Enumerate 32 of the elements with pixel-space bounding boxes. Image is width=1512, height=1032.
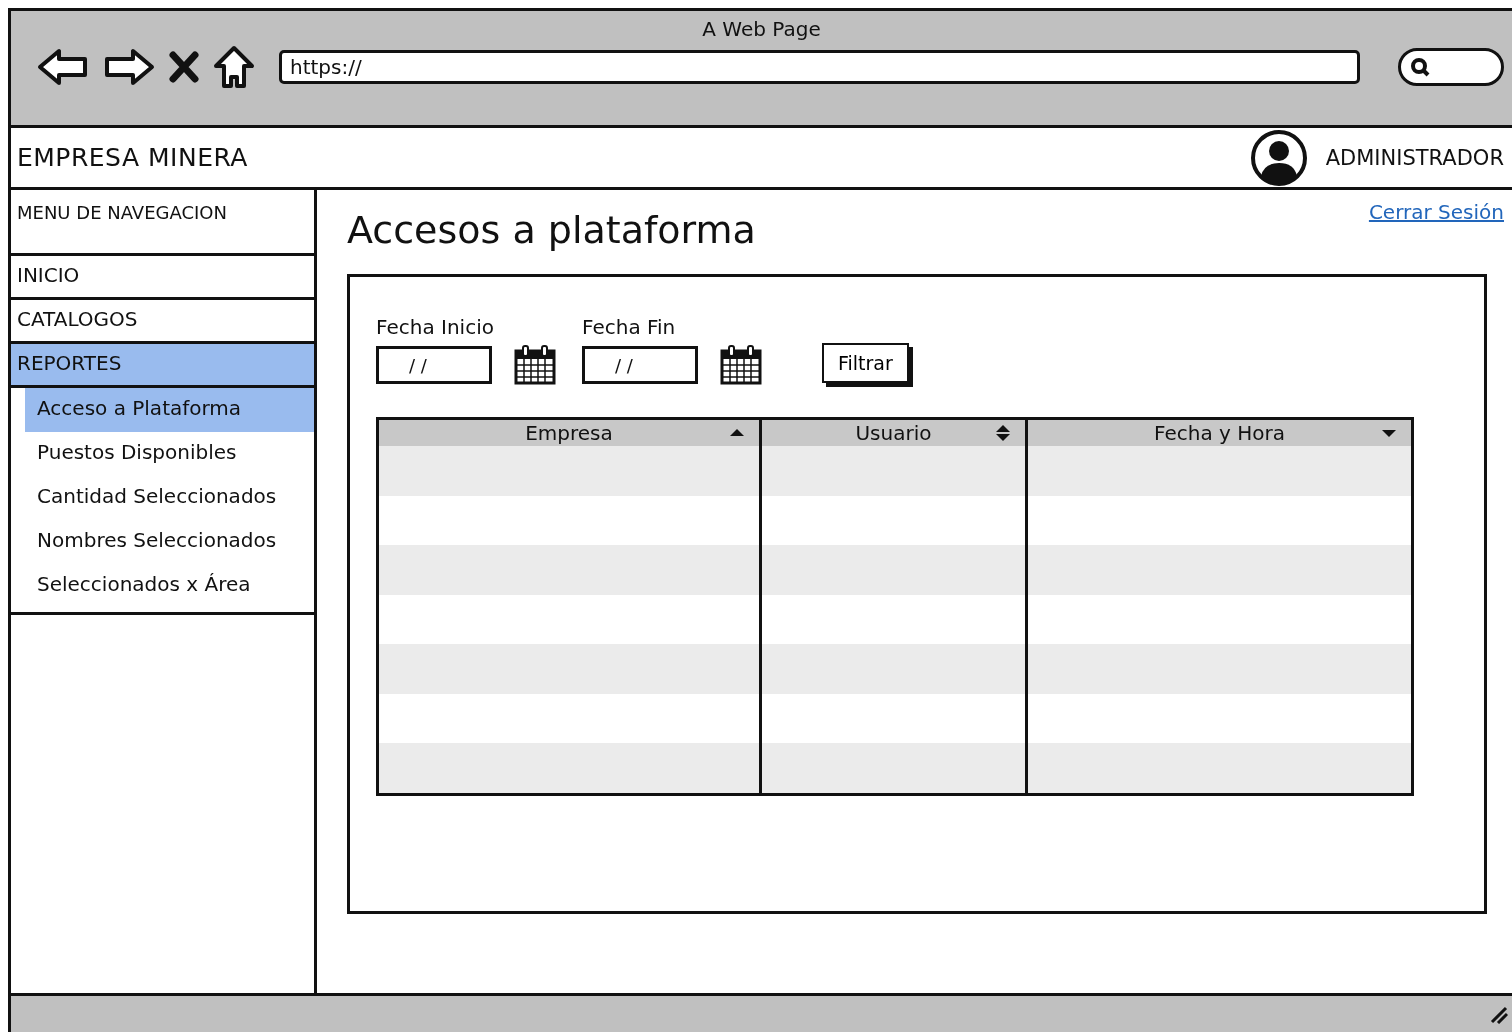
back-arrow-icon[interactable]: [37, 47, 89, 87]
search-field[interactable]: [1398, 48, 1504, 86]
submenu-item[interactable]: Acceso a Plataforma: [25, 388, 314, 432]
user-name: ADMINISTRADOR: [1325, 145, 1504, 170]
date-field[interactable]: / /: [376, 346, 492, 384]
submenu-item[interactable]: Puestos Disponibles: [25, 432, 314, 476]
sidebar-item[interactable]: REPORTES: [11, 344, 314, 388]
column-title: Usuario: [855, 421, 932, 445]
sort-icon[interactable]: [995, 425, 1011, 441]
forward-arrow-icon[interactable]: [103, 47, 155, 87]
date-field[interactable]: / /: [582, 346, 698, 384]
column-title: Fecha y Hora: [1154, 421, 1285, 445]
window-title: A Web Page: [701, 16, 822, 43]
resize-grip-icon[interactable]: [1488, 1004, 1508, 1024]
field-label: Fecha Fin: [582, 315, 677, 339]
submenu-item[interactable]: Cantidad Seleccionados: [25, 476, 314, 520]
logout-link[interactable]: Cerrar Sesión: [1368, 200, 1504, 224]
column-header[interactable]: Usuario: [759, 420, 1025, 446]
column-header[interactable]: Empresa: [379, 420, 759, 446]
submenu-item[interactable]: Nombres Seleccionados: [25, 520, 314, 564]
search-icon: [1409, 56, 1431, 78]
close-icon[interactable]: [169, 51, 199, 83]
field-label: Fecha Inicio: [376, 315, 495, 339]
calendar-icon[interactable]: [514, 345, 556, 385]
column-title: Empresa: [525, 421, 613, 445]
submenu-item[interactable]: Seleccionados x Área: [25, 564, 314, 608]
brand-name: EMPRESA MINERA: [17, 143, 248, 172]
calendar-icon[interactable]: [720, 345, 762, 385]
page-title: Accesos a plataforma: [347, 208, 756, 252]
address-field[interactable]: https://: [279, 50, 1360, 84]
home-icon[interactable]: [213, 45, 255, 89]
column-header[interactable]: Fecha y Hora: [1025, 420, 1411, 446]
